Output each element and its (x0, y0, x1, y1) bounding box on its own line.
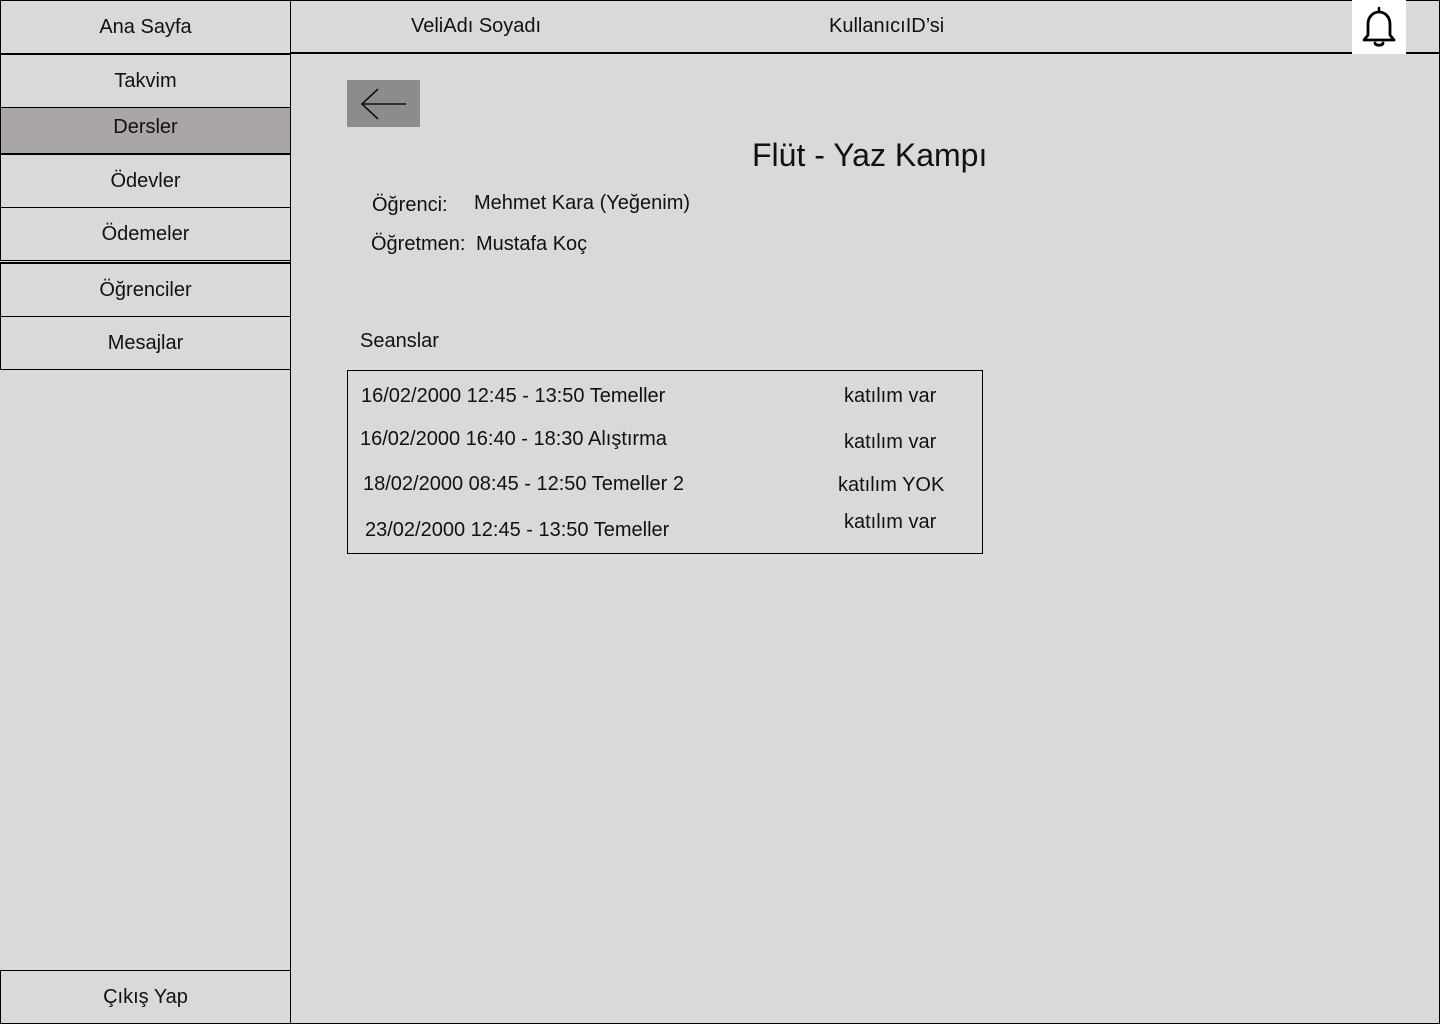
sidebar-item-label: Öğrenciler (99, 278, 192, 301)
sidebar-item-label: Ödemeler (101, 222, 190, 245)
attendance-status: katılım YOK (838, 474, 945, 496)
sidebar-item-odemeler[interactable]: Ödemeler (0, 207, 291, 261)
session-row-text[interactable]: 16/02/2000 16:40 - 18:30 Alıştırma (360, 428, 667, 451)
session-row-text[interactable]: 16/02/2000 12:45 - 13:50 Temeller (361, 385, 665, 408)
sidebar-item-label: Ödevler (110, 169, 181, 192)
sidebar-item-odevler[interactable]: Ödevler (0, 154, 291, 208)
arrow-left-icon (360, 87, 406, 120)
sidebar-item-label: Takvim (114, 69, 177, 92)
sidebar-item-mesajlar[interactable]: Mesajlar (0, 316, 291, 370)
home-label: Ana Sayfa (99, 15, 192, 38)
logout-button[interactable]: Çıkış Yap (0, 970, 291, 1024)
attendance-status: katılım var (844, 431, 937, 453)
back-button[interactable] (347, 80, 420, 127)
student-label: Öğrenci: (372, 194, 448, 216)
attendance-status: katılım var (844, 511, 937, 533)
user-id: KullanıcıID’si (829, 15, 945, 37)
session-row-text[interactable]: 23/02/2000 12:45 - 13:50 Temeller (365, 519, 669, 542)
teacher-label: Öğretmen: (371, 233, 466, 255)
sidebar-item-ogrenciler[interactable]: Öğrenciler (0, 262, 291, 317)
sidebar-item-dersler[interactable]: Dersler (0, 107, 291, 155)
parent-name: VeliAdı Soyadı (411, 15, 542, 37)
sidebar-item-label: Dersler (113, 116, 178, 138)
attendance-status: katılım var (844, 385, 937, 407)
sidebar-item-takvim[interactable]: Takvim (0, 54, 291, 108)
sessions-heading: Seanslar (360, 330, 439, 352)
home-button[interactable]: Ana Sayfa (0, 0, 291, 54)
teacher-value: Mustafa Koç (476, 233, 588, 255)
sidebar-item-label: Mesajlar (107, 331, 184, 354)
session-row-text[interactable]: 18/02/2000 08:45 - 12:50 Temeller 2 (363, 473, 684, 496)
logout-label: Çıkış Yap (103, 985, 188, 1008)
notifications-button[interactable] (1352, 0, 1406, 54)
top-bar: VeliAdı Soyadı KullanıcıID’si (290, 0, 1440, 54)
student-value: Mehmet Kara (Yeğenim) (474, 192, 691, 214)
bell-icon (1362, 6, 1396, 47)
page-title: Flüt - Yaz Kampı (752, 137, 988, 173)
